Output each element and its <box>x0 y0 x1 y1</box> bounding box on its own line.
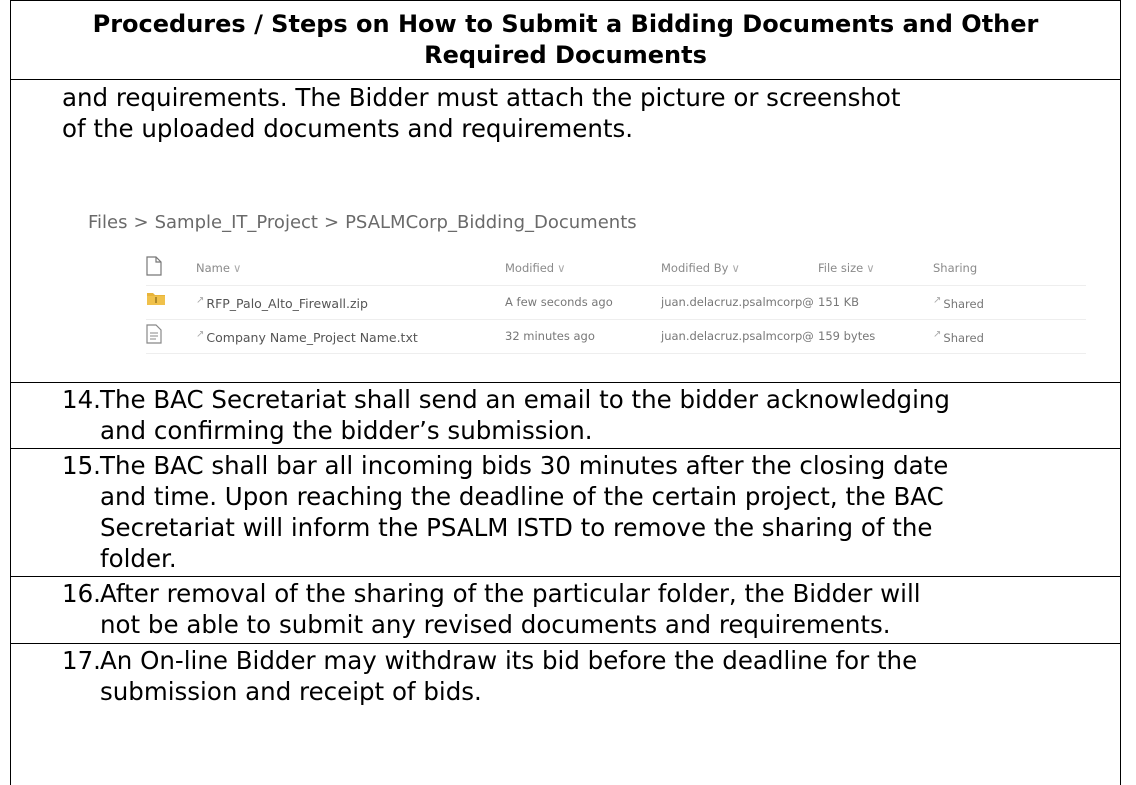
text-file-icon <box>146 324 168 346</box>
uploaded-files-screenshot: Files > Sample_IT_Project > PSALMCorp_Biddin… <box>62 186 1122 381</box>
breadcrumb-item: Files <box>88 212 128 233</box>
item-text-line: and time. Upon reaching the deadline of … <box>100 482 944 511</box>
column-header-file-size: File size ∨ <box>818 261 875 275</box>
item-number: 17. <box>62 646 101 675</box>
item-number: 15. <box>62 451 101 480</box>
file-sharing: ↗ Shared <box>933 295 984 311</box>
file-size: 159 bytes <box>818 329 876 343</box>
breadcrumb-separator: > <box>323 212 340 233</box>
item-text-line: and confirming the bidder’s submission. <box>100 416 593 445</box>
breadcrumb-separator: > <box>133 212 149 233</box>
column-header-modified: Modified ∨ <box>505 261 566 275</box>
link-icon: ↗ <box>196 295 205 306</box>
breadcrumb-item: PSALMCorp_Bidding_Documents <box>345 212 637 233</box>
column-header-name: Name ∨ <box>196 261 242 275</box>
breadcrumb-item: Sample_IT_Project <box>154 212 318 233</box>
item-text-line: An On-line Bidder may withdraw its bid b… <box>100 646 918 675</box>
row-divider <box>10 643 1121 644</box>
document-page: Procedures / Steps on How to Submit a Bi… <box>0 0 1136 785</box>
row-divider <box>10 448 1121 449</box>
column-header-sharing: Sharing <box>933 261 978 275</box>
link-icon: ↗ <box>196 329 205 340</box>
file-sharing: ↗ Shared <box>933 329 984 345</box>
chevron-down-icon: ∨ <box>232 261 242 275</box>
item-number: 16. <box>62 579 101 608</box>
header-title-line-2: Required Documents <box>424 41 707 69</box>
item-text-line: folder. <box>100 544 177 573</box>
chevron-down-icon: ∨ <box>731 261 740 275</box>
zip-folder-icon <box>146 290 168 312</box>
file-modified: 32 minutes ago <box>505 329 595 343</box>
paragraph-line: and requirements. The Bidder must attach… <box>62 83 901 112</box>
document-icon <box>146 256 168 278</box>
paragraph-line: of the uploaded documents and requiremen… <box>62 114 634 143</box>
header-title-line-1: Procedures / Steps on How to Submit a Bi… <box>92 10 1039 38</box>
file-name: ↗ RFP_Palo_Alto_Firewall.zip <box>196 295 368 312</box>
table-row: ↗ RFP_Palo_Alto_Firewall.zip A few second… <box>146 286 1086 320</box>
file-list: Name ∨ Modified ∨ Modified By ∨ File size ∨ … <box>146 252 1086 354</box>
breadcrumb: Files > Sample_IT_Project > PSALMCorp_Biddin… <box>88 212 637 233</box>
file-name: ↗ Company Name_Project Name.txt <box>196 329 418 346</box>
chevron-down-icon: ∨ <box>866 261 875 275</box>
item-text-line: Secretariat will inform the PSALM ISTD t… <box>100 513 933 542</box>
continued-paragraph: and requirements. The Bidder must attach… <box>62 82 1107 144</box>
item-text-line: The BAC Secretariat shall send an email … <box>100 385 950 414</box>
file-list-header-row: Name ∨ Modified ∨ Modified By ∨ File size ∨ … <box>146 252 1086 286</box>
share-icon: ↗ <box>933 329 942 340</box>
table-header: Procedures / Steps on How to Submit a Bi… <box>10 0 1121 80</box>
item-text-line: submission and receipt of bids. <box>100 677 482 706</box>
column-header-modified-by: Modified By ∨ <box>661 261 740 275</box>
file-modified: A few seconds ago <box>505 295 613 309</box>
item-text-line: The BAC shall bar all incoming bids 30 m… <box>100 451 949 480</box>
row-divider <box>10 382 1121 383</box>
table-row: ↗ Company Name_Project Name.txt 32 minute… <box>146 320 1086 354</box>
share-icon: ↗ <box>933 295 942 306</box>
chevron-down-icon: ∨ <box>557 261 566 275</box>
file-modified-by: juan.delacruz.psalmcorp@ <box>661 295 814 309</box>
file-modified-by: juan.delacruz.psalmcorp@ <box>661 329 814 343</box>
row-divider <box>10 576 1121 577</box>
item-text-line: not be able to submit any revised docume… <box>100 610 891 639</box>
item-number: 14. <box>62 385 101 414</box>
file-size: 151 KB <box>818 295 860 309</box>
item-text-line: After removal of the sharing of the part… <box>100 579 921 608</box>
